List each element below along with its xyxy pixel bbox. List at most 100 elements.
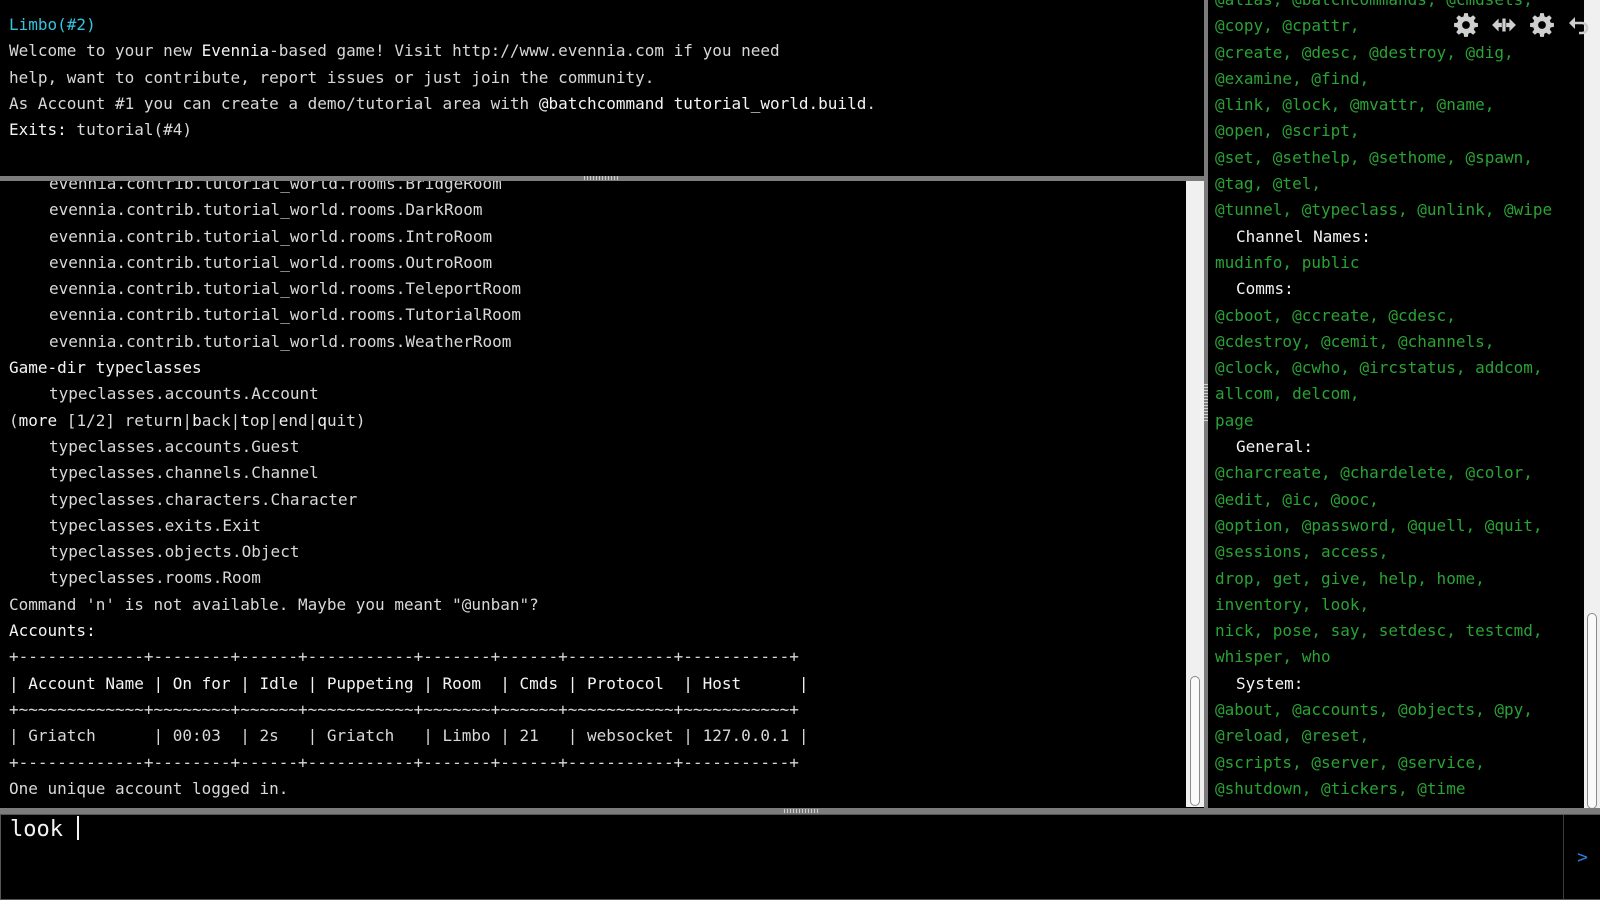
command-input[interactable]: look [10,815,80,845]
help-command-line[interactable]: @option, @password, @quell, @quit, [1215,513,1552,539]
help-command-line[interactable]: @create, @desc, @destroy, @dig, [1215,40,1552,66]
help-command-line[interactable]: whisper, who [1215,644,1552,670]
help-command-line[interactable]: @about, @accounts, @objects, @py, [1215,697,1552,723]
resize-horizontal-icon[interactable] [1490,11,1518,39]
log-line: typeclasses.objects.Object [49,542,300,562]
text-caret [77,816,80,840]
log-line: typeclasses.rooms.Room [49,568,261,588]
help-category: Comms: [1236,279,1294,299]
help-command-line[interactable]: drop, get, give, help, home, [1215,566,1552,592]
welcome-text: Welcome to your new [9,41,202,61]
exits-line: Exits: tutorial(#4) [9,117,1202,143]
log-line: evennia.contrib.tutorial_world.rooms.Wea… [49,331,512,351]
help-command-line[interactable]: @shutdown, @tickers, @time [1215,776,1552,802]
more-text: ack| [201,410,241,430]
log-line: evennia.contrib.tutorial_world.rooms.Int… [49,226,493,246]
help-command-line[interactable]: nick, pose, say, setdesc, testcmd, [1215,618,1552,644]
more-text: more [18,410,58,430]
log-line: evennia.contrib.tutorial_world.rooms.Tut… [49,305,522,325]
message-log-pane: evennia.contrib.tutorial_world.rooms.Bri… [0,181,1186,807]
more-key-q: q [317,410,327,430]
log-line: typeclasses.characters.Character [49,489,358,509]
log-line: evennia.contrib.tutorial_world.rooms.Bri… [49,181,502,193]
help-command-line[interactable]: @clock, @cwho, @ircstatus, addcom, [1215,355,1552,381]
more-text: uit) [326,410,366,430]
gear-icon[interactable] [1528,11,1556,39]
evennia-name: Evennia [201,41,270,61]
help-command-line[interactable]: page [1215,408,1552,434]
log-line: typeclasses.accounts.Account [49,384,319,404]
help-command-line[interactable]: @charcreate, @chardelete, @color, [1215,460,1552,486]
help-command-list: @alias, @batchcommands, @cmdsets,@copy, … [1215,0,1552,802]
more-prompt: (more [1/2] return|back|top|end|quit) [9,408,809,434]
help-command-line[interactable]: @cboot, @ccreate, @cdesc, [1215,303,1552,329]
more-text: [1/2] [57,410,125,430]
log-scrollbar[interactable] [1186,181,1204,807]
more-text: op| [249,410,279,430]
help-category: General: [1236,437,1314,457]
accounts-heading: Accounts: [9,621,96,641]
help-command-line[interactable]: @edit, @ic, @ooc, [1215,487,1552,513]
more-text: | [182,410,193,430]
help-command-line[interactable]: @tunnel, @typeclass, @unlink, @wipe [1215,197,1552,223]
more-text: retur [124,410,173,430]
more-key-n: n [172,410,183,430]
welcome-line-3: As Account #1 you can create a demo/tuto… [9,91,1202,117]
more-text: ( [9,410,19,430]
room-description-pane: Limbo(#2) Welcome to your new Evennia-ba… [0,0,1202,178]
help-command-line[interactable]: @cdestroy, @cemit, @channels, [1215,329,1552,355]
log-line: evennia.contrib.tutorial_world.rooms.Out… [49,252,493,272]
splitter-grip[interactable] [584,176,618,180]
gamedir-heading: Game-dir typeclasses [9,358,202,378]
welcome-text: -based game! Visit http://www.evennia.co… [269,41,780,61]
splitter-grip[interactable] [784,809,818,813]
log-line: typeclasses.channels.Channel [49,463,319,483]
welcome-line-1: Welcome to your new Evennia-based game! … [9,38,1202,64]
table-divider: +~~~~~~~~~~~~~+~~~~~~~~+~~~~~~+~~~~~~~~~… [9,699,799,719]
batchcommand-text: @batchcommand tutorial_world.build [538,93,867,113]
help-scrollbar-thumb[interactable] [1587,613,1597,809]
error-line: Command 'n' is not available. Maybe you … [9,594,539,614]
room-name: Limbo(#2) [9,15,96,34]
help-command-line[interactable]: @tag, @tel, [1215,171,1552,197]
message-log: evennia.contrib.tutorial_world.rooms.Bri… [9,181,809,802]
undo-icon[interactable] [1566,11,1594,39]
welcome-text: As Account #1 you can create a demo/tuto… [9,93,539,113]
send-button[interactable]: > [1563,815,1600,899]
help-command-line[interactable]: @reload, @reset, [1215,723,1552,749]
log-line: evennia.contrib.tutorial_world.rooms.Tel… [49,279,522,299]
help-command-line[interactable]: @set, @sethelp, @sethome, @spawn, [1215,145,1552,171]
more-key-t: t [240,410,250,430]
table-header: | Account Name | On for | Idle | Puppeti… [9,673,809,693]
help-command-line[interactable]: @link, @lock, @mvattr, @name, [1215,92,1552,118]
more-key-b: b [192,410,202,430]
help-commands-pane: @alias, @batchcommands, @cmdsets,@copy, … [1208,0,1584,808]
log-line: typeclasses.accounts.Guest [49,436,300,456]
help-command-line[interactable]: @examine, @find, [1215,66,1552,92]
more-text: nd| [288,410,318,430]
help-command-line[interactable]: @open, @script, [1215,118,1552,144]
command-input-value: look [10,817,77,842]
table-border: +-------------+--------+------+---------… [9,647,799,667]
log-line: evennia.contrib.tutorial_world.rooms.Dar… [49,200,483,220]
pane-toolbar [1452,10,1594,40]
log-scrollbar-thumb[interactable] [1190,676,1200,806]
table-border: +-------------+--------+------+---------… [9,752,799,772]
welcome-line-2: help, want to contribute, report issues … [9,67,655,87]
table-row: | Griatch | 00:03 | 2s | Griatch | Limbo… [9,726,809,746]
gear-icon[interactable] [1452,11,1480,39]
exits-label: Exits: [9,120,67,140]
help-command-line[interactable]: @scripts, @server, @service, [1215,750,1552,776]
help-scrollbar[interactable] [1584,0,1600,810]
welcome-text: . [866,93,876,113]
help-category: System: [1236,673,1304,693]
exits-value: tutorial(#4) [66,120,193,140]
command-input-area: look > [0,814,1600,900]
log-line: typeclasses.exits.Exit [49,515,261,535]
help-command-line[interactable]: mudinfo, public [1215,250,1552,276]
help-command-line[interactable]: allcom, delcom, [1215,381,1552,407]
help-command-line[interactable]: inventory, look, [1215,592,1552,618]
help-category: Channel Names: [1236,226,1371,246]
more-key-e: e [278,410,289,430]
help-command-line[interactable]: @sessions, access, [1215,539,1552,565]
